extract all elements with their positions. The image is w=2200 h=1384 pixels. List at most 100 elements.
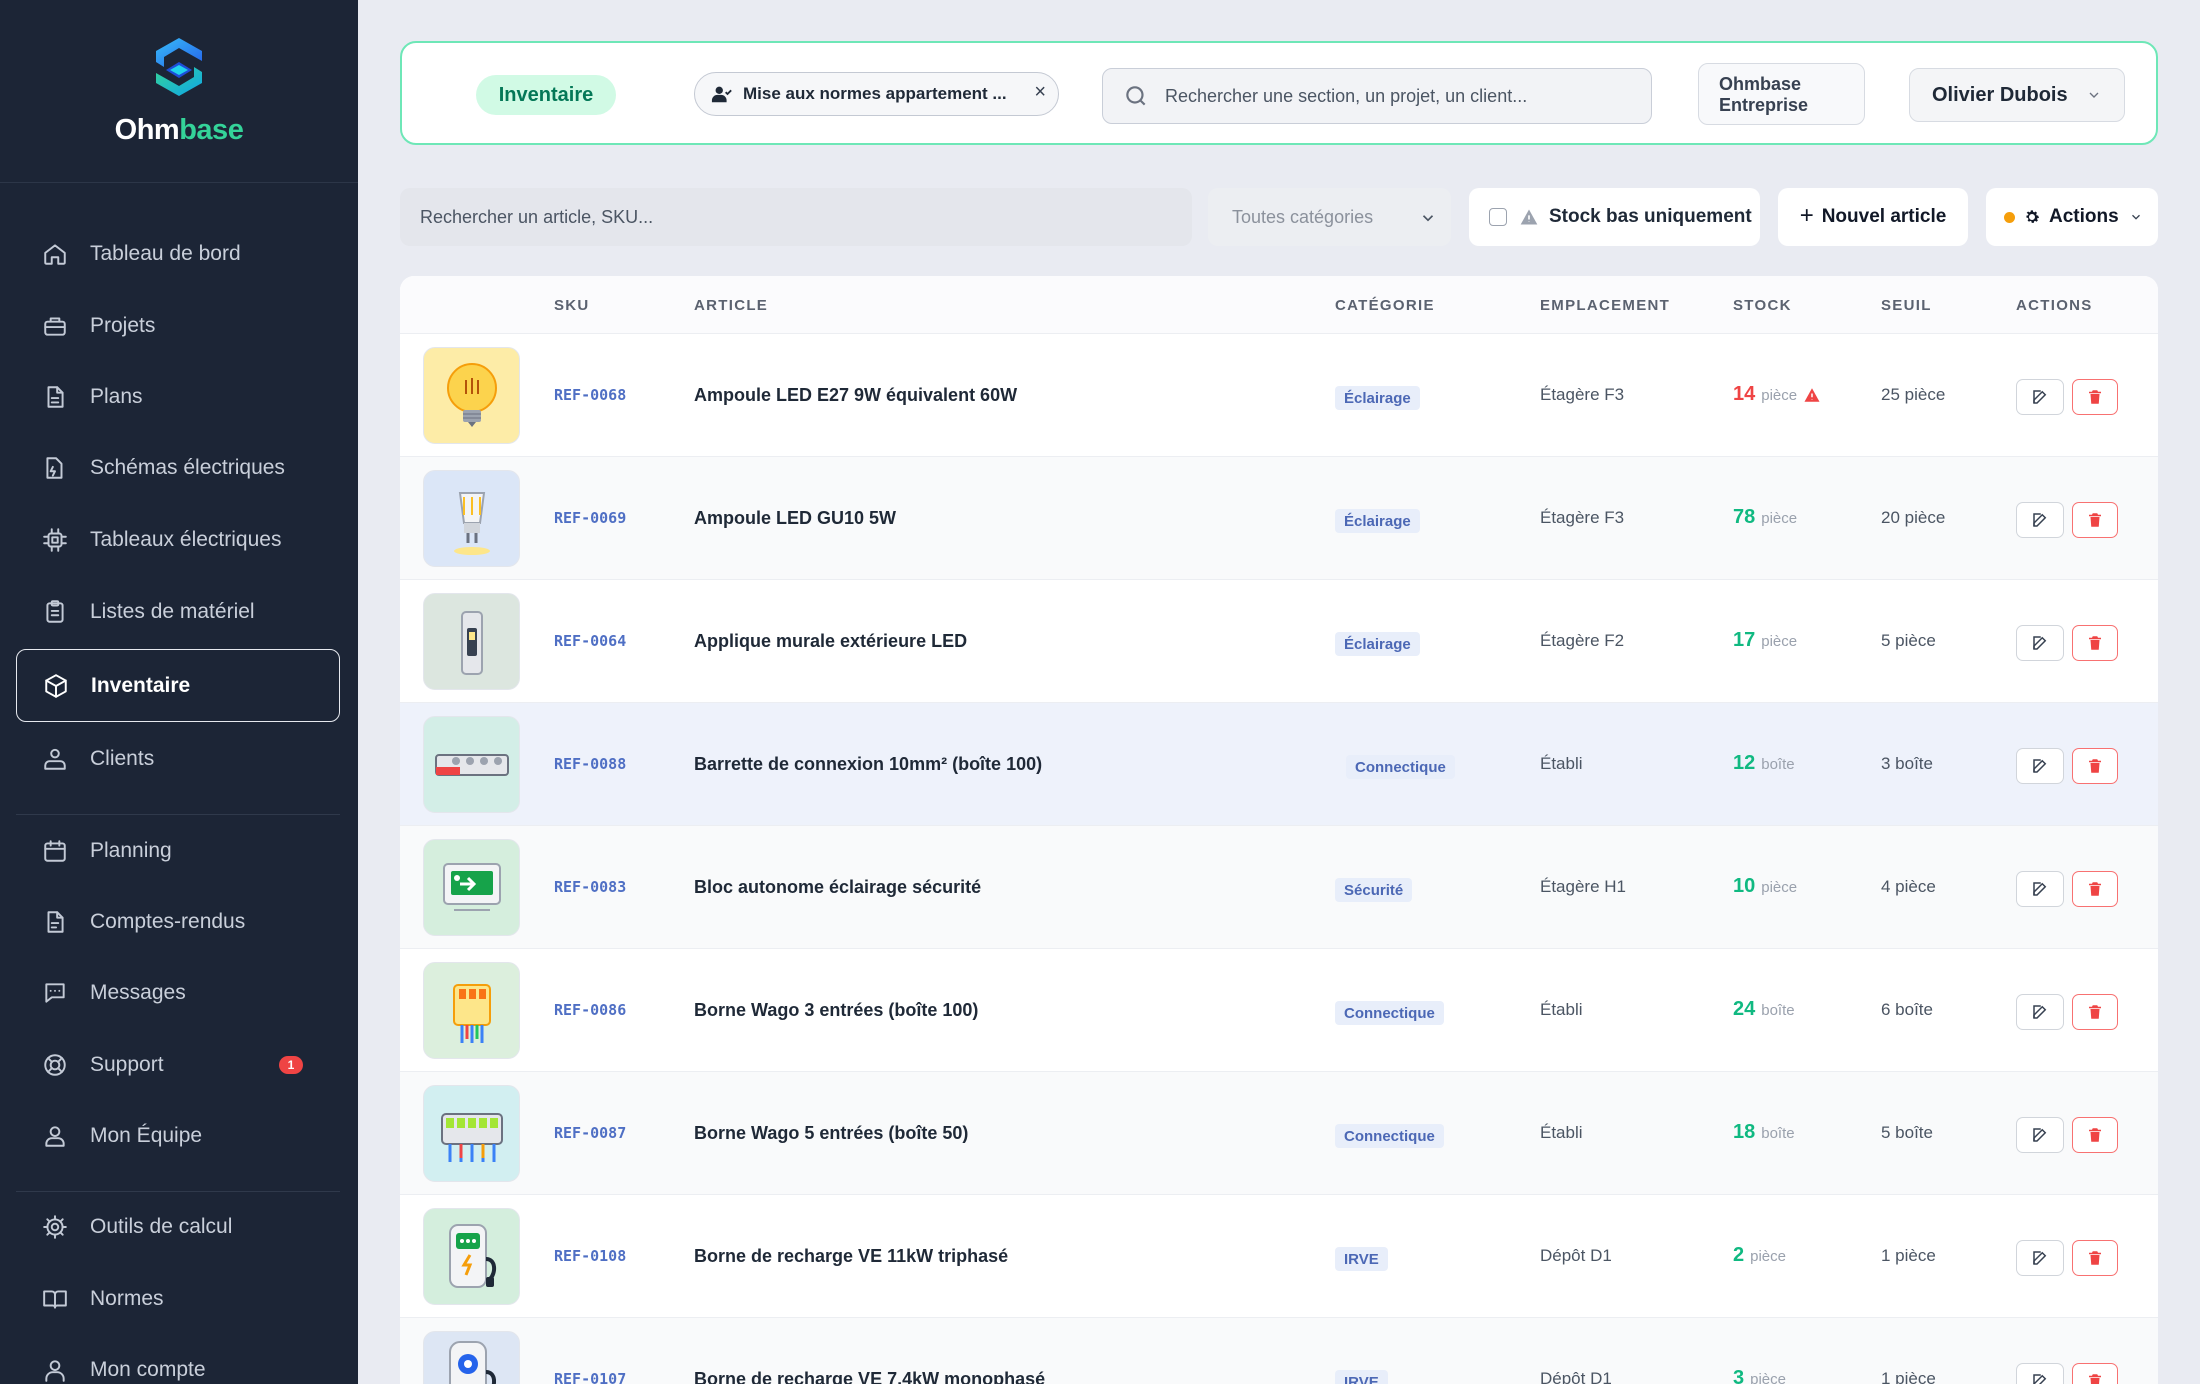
- delete-button[interactable]: [2072, 625, 2118, 661]
- delete-button[interactable]: [2072, 502, 2118, 538]
- edit-button[interactable]: [2016, 994, 2064, 1030]
- sidebar-item-support[interactable]: Support 1: [16, 1030, 340, 1100]
- table-row[interactable]: REF-0087 Borne Wago 5 entrées (boîte 50)…: [400, 1072, 2158, 1195]
- edit-button[interactable]: [2016, 871, 2064, 907]
- actions-menu-button[interactable]: Actions: [1986, 188, 2158, 246]
- delete-button[interactable]: [2072, 379, 2118, 415]
- row-stock: 78 pièce: [1733, 506, 1797, 529]
- project-filter-pill[interactable]: Mise aux normes appartement ... ×: [694, 72, 1059, 116]
- edit-button[interactable]: [2016, 502, 2064, 538]
- sidebar-item-plans[interactable]: Plans: [16, 362, 340, 432]
- low-stock-toggle[interactable]: Stock bas uniquement: [1469, 188, 1760, 246]
- actions-label: Actions: [2049, 206, 2119, 227]
- row-article[interactable]: Bloc autonome éclairage sécurité: [694, 877, 981, 898]
- row-stock: 3 pièce: [1733, 1367, 1786, 1384]
- row-sku[interactable]: REF-0064: [554, 632, 626, 650]
- row-sku[interactable]: REF-0068: [554, 386, 626, 404]
- row-sku[interactable]: REF-0069: [554, 509, 626, 527]
- category-select[interactable]: Toutes catégories: [1208, 188, 1451, 246]
- company-switcher[interactable]: Ohmbase Entreprise: [1698, 63, 1865, 125]
- sidebar-item-inventory[interactable]: Inventaire: [16, 649, 340, 722]
- sidebar-item-material-lists[interactable]: Listes de matériel: [16, 577, 340, 647]
- table-row[interactable]: REF-0088 Barrette de connexion 10mm² (bo…: [400, 703, 2158, 826]
- category-badge: IRVE: [1335, 1247, 1388, 1271]
- row-article[interactable]: Ampoule LED E27 9W équivalent 60W: [694, 385, 1017, 406]
- delete-button[interactable]: [2072, 1117, 2118, 1153]
- sidebar-item-reports[interactable]: Comptes-rendus: [16, 887, 340, 957]
- user-menu-button[interactable]: Olivier Dubois: [1909, 68, 2125, 122]
- sidebar-item-projects[interactable]: Projets: [16, 291, 340, 361]
- column-header-location[interactable]: EMPLACEMENT: [1540, 297, 1670, 314]
- brand-name-part-b: base: [179, 114, 244, 146]
- new-item-button[interactable]: + Nouvel article: [1778, 188, 1968, 246]
- lifebuoy-icon: [44, 1054, 66, 1076]
- table-row[interactable]: REF-0083 Bloc autonome éclairage sécurit…: [400, 826, 2158, 949]
- close-icon[interactable]: ×: [1034, 81, 1046, 104]
- row-article[interactable]: Borne Wago 3 entrées (boîte 100): [694, 1000, 978, 1021]
- delete-button[interactable]: [2072, 748, 2118, 784]
- sidebar-item-standards[interactable]: Normes: [16, 1264, 340, 1334]
- user-check-icon: [711, 86, 732, 103]
- column-header-stock[interactable]: STOCK: [1733, 297, 1792, 314]
- sidebar-item-team[interactable]: Mon Équipe: [16, 1101, 340, 1171]
- support-notification-badge: 1: [279, 1056, 303, 1074]
- sidebar-item-label: Normes: [90, 1287, 164, 1310]
- column-header-sku[interactable]: SKU: [554, 297, 590, 314]
- sidebar-item-planning[interactable]: Planning: [16, 816, 340, 886]
- row-sku[interactable]: REF-0088: [554, 755, 626, 773]
- table-row[interactable]: REF-0107 Borne de recharge VE 7,4kW mono…: [400, 1318, 2158, 1384]
- warning-icon: [1520, 209, 1538, 225]
- sidebar-item-account[interactable]: Mon compte: [16, 1335, 340, 1384]
- brand[interactable]: Ohmbase: [0, 0, 358, 183]
- sidebar-item-panels[interactable]: Tableaux électriques: [16, 505, 340, 575]
- brand-name-part-a: Ohm: [114, 114, 180, 146]
- column-header-category[interactable]: CATÉGORIE: [1335, 297, 1435, 314]
- row-article[interactable]: Borne de recharge VE 7,4kW monophasé: [694, 1369, 1045, 1384]
- sidebar-item-messages[interactable]: Messages: [16, 958, 340, 1028]
- article-search-input[interactable]: Rechercher un article, SKU...: [400, 188, 1192, 246]
- edit-icon: [2033, 390, 2047, 404]
- row-stock: 24 boîte: [1733, 998, 1795, 1021]
- row-threshold: 4 pièce: [1881, 877, 1936, 896]
- edit-icon: [2033, 1128, 2047, 1142]
- table-row[interactable]: REF-0064 Applique murale extérieure LED …: [400, 580, 2158, 703]
- row-article[interactable]: Borne de recharge VE 11kW triphasé: [694, 1246, 1008, 1267]
- sidebar-item-dashboard[interactable]: Tableau de bord: [16, 219, 340, 289]
- clipboard-icon: [46, 600, 64, 623]
- delete-button[interactable]: [2072, 871, 2118, 907]
- section-pill[interactable]: Inventaire: [476, 75, 616, 115]
- sidebar-item-schemas[interactable]: Schémas électriques: [16, 433, 340, 503]
- row-article[interactable]: Ampoule LED GU10 5W: [694, 508, 896, 529]
- edit-button[interactable]: [2016, 1240, 2064, 1276]
- column-header-article[interactable]: ARTICLE: [694, 297, 768, 314]
- low-stock-checkbox[interactable]: [1489, 208, 1507, 226]
- edit-button[interactable]: [2016, 379, 2064, 415]
- edit-button[interactable]: [2016, 625, 2064, 661]
- sidebar-item-clients[interactable]: Clients: [16, 724, 340, 794]
- user-icon: [45, 1360, 65, 1382]
- row-article[interactable]: Applique murale extérieure LED: [694, 631, 967, 652]
- delete-button[interactable]: [2072, 1240, 2118, 1276]
- table-row[interactable]: REF-0069 Ampoule LED GU10 5W Éclairage É…: [400, 457, 2158, 580]
- edit-button[interactable]: [2016, 1117, 2064, 1153]
- table-row[interactable]: REF-0086 Borne Wago 3 entrées (boîte 100…: [400, 949, 2158, 1072]
- row-sku[interactable]: REF-0086: [554, 1001, 626, 1019]
- column-header-threshold[interactable]: SEUIL: [1881, 297, 1932, 314]
- row-article[interactable]: Borne Wago 5 entrées (boîte 50): [694, 1123, 968, 1144]
- row-sku[interactable]: REF-0087: [554, 1124, 626, 1142]
- table-header: SKU ARTICLE CATÉGORIE EMPLACEMENT STOCK …: [400, 276, 2158, 334]
- delete-button[interactable]: [2072, 994, 2118, 1030]
- row-sku[interactable]: REF-0083: [554, 878, 626, 896]
- table-row[interactable]: REF-0068 Ampoule LED E27 9W équivalent 6…: [400, 334, 2158, 457]
- row-sku[interactable]: REF-0108: [554, 1247, 626, 1265]
- row-article[interactable]: Barrette de connexion 10mm² (boîte 100): [694, 754, 1042, 775]
- edit-button[interactable]: [2016, 748, 2064, 784]
- edit-button[interactable]: [2016, 1363, 2064, 1384]
- delete-button[interactable]: [2072, 1363, 2118, 1384]
- column-header-actions: ACTIONS: [2016, 297, 2093, 314]
- row-stock: 12 boîte: [1733, 752, 1795, 775]
- table-row[interactable]: REF-0108 Borne de recharge VE 11kW triph…: [400, 1195, 2158, 1318]
- global-search-input[interactable]: Rechercher une section, un projet, un cl…: [1102, 68, 1652, 124]
- row-sku[interactable]: REF-0107: [554, 1370, 626, 1384]
- sidebar-item-calc-tools[interactable]: Outils de calcul: [16, 1192, 340, 1262]
